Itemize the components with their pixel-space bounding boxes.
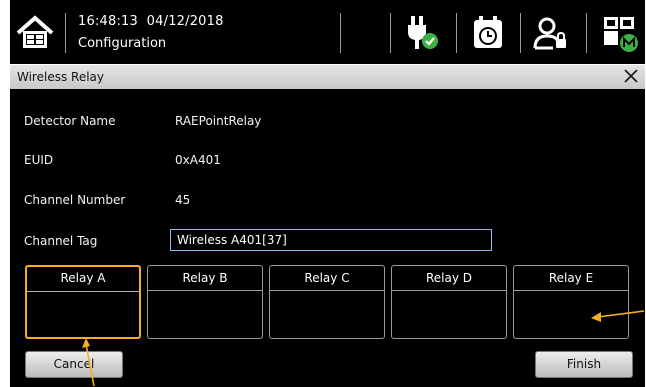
screen-title: Configuration (78, 36, 167, 51)
status-bar: 16:48:13 04/12/2018 Configuration (10, 0, 645, 62)
detector-name-label: Detector Name (24, 114, 116, 128)
channel-tag-input[interactable]: Wireless A401[37] (170, 229, 492, 251)
divider (340, 13, 341, 53)
date-time: 16:48:13 04/12/2018 (78, 14, 224, 30)
dashboard-m-icon[interactable] (599, 12, 641, 54)
calendar-clock-icon[interactable] (468, 12, 510, 54)
euid-label: EUID (24, 153, 54, 167)
date: 04/12/2018 (146, 14, 224, 29)
divider (456, 13, 457, 53)
power-ok-icon[interactable] (402, 12, 444, 54)
divider (586, 13, 587, 53)
relay-d-label: Relay D (392, 266, 506, 291)
user-lock-icon[interactable] (531, 12, 573, 54)
relay-a-label: Relay A (27, 267, 139, 292)
detector-name-value: RAEPointRelay (175, 114, 262, 128)
relay-e-slot[interactable]: Relay E (513, 265, 629, 339)
annotation-arrow-left (591, 310, 645, 322)
channel-number-value: 45 (175, 193, 191, 207)
time: 16:48:13 (78, 14, 138, 29)
cancel-button[interactable]: Cancel (25, 351, 123, 378)
relay-c-slot[interactable]: Relay C (269, 265, 385, 339)
divider (65, 13, 66, 53)
dialog-header: Wireless Relay (10, 64, 645, 89)
euid-value: 0xA401 (175, 153, 221, 167)
relay-b-slot[interactable]: Relay B (147, 265, 263, 339)
device-screen: 16:48:13 04/12/2018 Configuration Wirele… (10, 0, 645, 387)
relay-c-label: Relay C (270, 266, 384, 291)
home-icon[interactable] (12, 10, 58, 56)
finish-button[interactable]: Finish (535, 351, 633, 378)
relay-a-slot[interactable]: Relay A (25, 265, 141, 339)
channel-tag-label: Channel Tag (24, 234, 98, 248)
channel-number-label: Channel Number (24, 193, 126, 207)
divider (520, 13, 521, 53)
relay-d-slot[interactable]: Relay D (391, 265, 507, 339)
close-icon[interactable] (621, 66, 641, 86)
divider (390, 13, 391, 53)
annotation-arrow-up (82, 338, 95, 387)
dialog-title: Wireless Relay (17, 70, 104, 84)
relay-e-label: Relay E (514, 266, 628, 291)
relay-b-label: Relay B (148, 266, 262, 291)
